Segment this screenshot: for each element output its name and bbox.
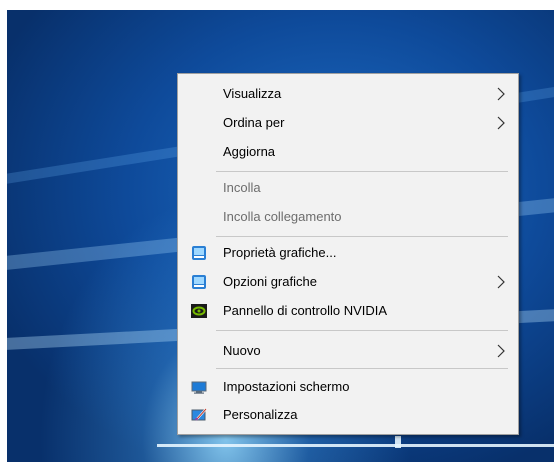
menu-item-label: Ordina per	[223, 115, 285, 130]
menu-item-impostazioni-schermo[interactable]: Impostazioni schermo	[178, 375, 518, 399]
menu-item-aggiorna[interactable]: Aggiorna	[178, 140, 518, 164]
chevron-right-icon	[497, 87, 505, 101]
menu-item-label: Pannello di controllo NVIDIA	[223, 303, 388, 318]
nvidia-icon	[191, 304, 207, 318]
personalize-icon	[191, 408, 207, 421]
display-settings-icon	[191, 381, 207, 394]
menu-separator	[216, 330, 508, 331]
menu-item-nuovo[interactable]: Nuovo	[178, 339, 518, 363]
menu-item-personalizza[interactable]: Personalizza	[178, 403, 518, 427]
menu-item-label: Impostazioni schermo	[223, 379, 350, 394]
menu-item-label: Incolla	[223, 180, 261, 195]
intel-graphics-icon	[192, 275, 206, 289]
menu-item-label: Nuovo	[223, 343, 261, 358]
menu-item-label: Visualizza	[223, 86, 282, 101]
menu-item-proprieta-grafiche[interactable]: Proprietà grafiche...	[178, 241, 518, 265]
menu-item-pannello-nvidia[interactable]: Pannello di controllo NVIDIA	[178, 299, 518, 323]
menu-item-label: Incolla collegamento	[223, 209, 342, 224]
wallpaper-window-edge	[395, 436, 401, 448]
chevron-right-icon	[497, 275, 505, 289]
desktop-context-menu: Visualizza Ordina per Aggiorna Incolla I…	[177, 73, 519, 435]
menu-item-visualizza[interactable]: Visualizza	[178, 82, 518, 106]
chevron-right-icon	[497, 344, 505, 358]
menu-item-incolla: Incolla	[178, 176, 518, 200]
menu-item-opzioni-grafiche[interactable]: Opzioni grafiche	[178, 270, 518, 294]
menu-separator	[216, 236, 508, 237]
menu-item-label: Opzioni grafiche	[223, 274, 317, 289]
menu-item-ordina-per[interactable]: Ordina per	[178, 111, 518, 135]
intel-graphics-icon	[192, 246, 206, 260]
menu-item-label: Aggiorna	[223, 144, 276, 159]
menu-item-label: Proprietà grafiche...	[223, 245, 337, 260]
menu-item-label: Personalizza	[223, 407, 298, 422]
chevron-right-icon	[497, 116, 505, 130]
wallpaper-window-edge	[157, 444, 554, 447]
menu-item-incolla-collegamento: Incolla collegamento	[178, 205, 518, 229]
menu-separator	[216, 368, 508, 369]
menu-separator	[216, 171, 508, 172]
